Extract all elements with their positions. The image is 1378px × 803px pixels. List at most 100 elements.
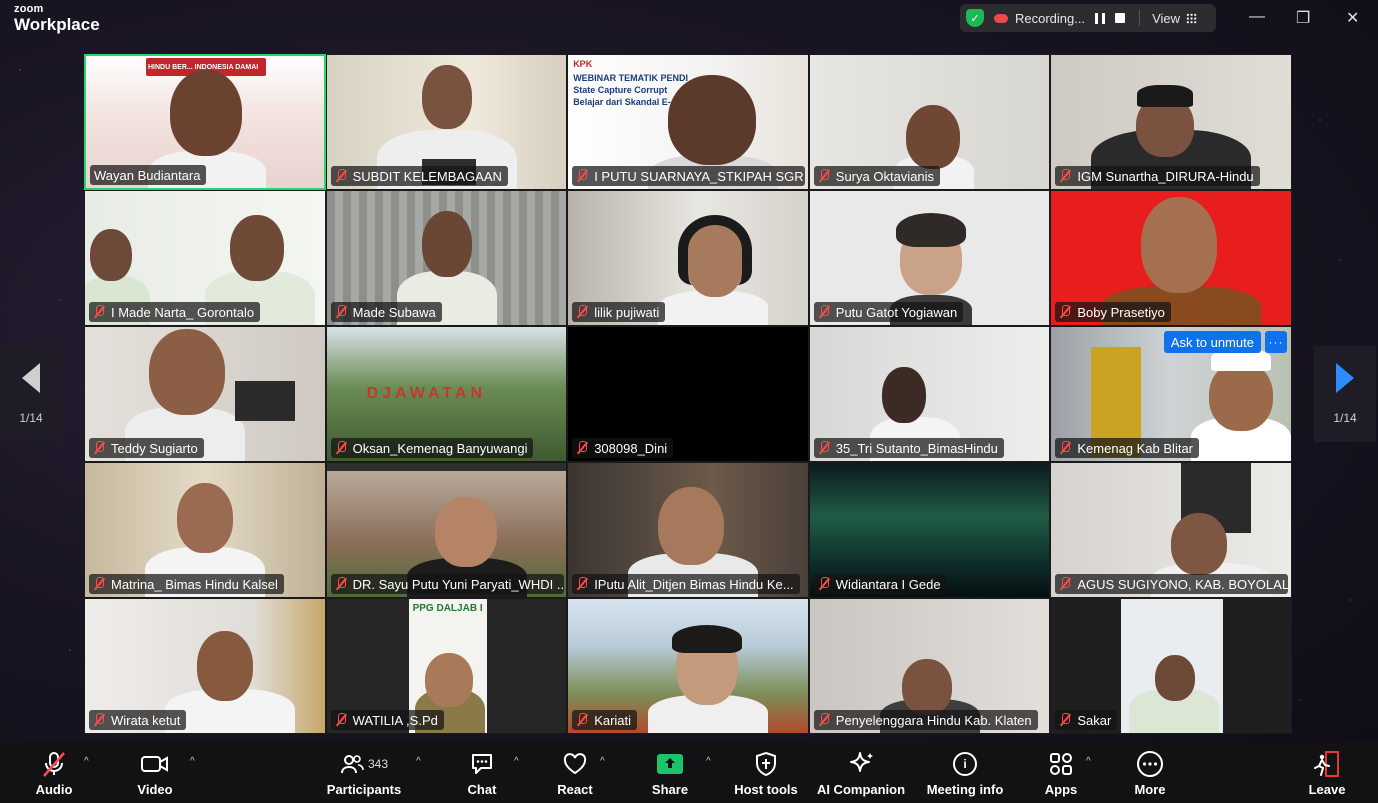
audio-button[interactable]: Audio — [30, 742, 78, 803]
leave-label: Leave — [1308, 782, 1346, 797]
video-label: Video — [137, 782, 173, 797]
video-options-chevron-icon[interactable]: ^ — [190, 756, 195, 767]
participant-name-tag: Putu Gatot Yogiawan — [813, 302, 964, 322]
apps-button[interactable]: Apps — [1042, 742, 1080, 803]
video-tile[interactable]: IGM Sunartha_DIRURA-Hindu — [1050, 54, 1292, 190]
recording-status: Recording... — [1015, 10, 1086, 26]
apps-icon — [1048, 746, 1074, 782]
video-tile[interactable]: PPG DALJAB I WATILIA ,S.Pd — [325, 598, 568, 734]
audio-options-chevron-icon[interactable]: ^ — [84, 756, 89, 767]
page-indicator-left: 1/14 — [19, 411, 43, 425]
video-tile[interactable]: Teddy Sugiarto — [84, 326, 326, 462]
participant-name-tag: AGUS SUGIYONO, KAB. BOYOLALI — [1055, 574, 1289, 594]
participant-name-tag: 35_Tri Sutanto_BimasHindu — [813, 438, 1004, 458]
participant-name-tag: Kemenag Kab Blitar — [1055, 438, 1199, 458]
video-tile[interactable]: IPutu Alit_Ditjen Bimas Hindu Ke... — [567, 462, 809, 598]
arrow-right-icon — [1336, 363, 1354, 393]
participant-name-tag: IGM Sunartha_DIRURA-Hindu — [1055, 166, 1260, 186]
mic-muted-icon — [576, 169, 588, 183]
ask-to-unmute-button[interactable]: Ask to unmute — [1163, 331, 1261, 353]
video-tile[interactable]: DJAWATAN Oksan_Kemenag Banyuwangi — [325, 326, 568, 462]
video-tile[interactable]: 35_Tri Sutanto_BimasHindu — [808, 326, 1051, 462]
video-tile[interactable]: lilik pujiwati — [567, 190, 809, 326]
participant-name-tag: I Made Narta_ Gorontalo — [89, 302, 261, 322]
video-tile[interactable]: SUBDIT KELEMBAGAAN — [325, 54, 568, 190]
participant-name-tag: Matrina_ Bimas Hindu Kalsel — [89, 574, 284, 594]
participants-button[interactable]: 343 Participants — [326, 742, 402, 803]
video-tile[interactable]: KPK WEBINAR TEMATIK PENDI State Capture … — [567, 54, 809, 190]
apps-options-chevron-icon[interactable]: ^ — [1086, 756, 1091, 767]
mic-muted-icon — [818, 441, 830, 455]
mic-muted-icon — [93, 305, 105, 319]
title-bar: zoom Workplace ✓ Recording... View — ❐ ✕ — [0, 0, 1378, 40]
apps-label: Apps — [1044, 782, 1078, 797]
brand-workplace: Workplace — [14, 15, 100, 34]
video-button[interactable]: Video — [132, 742, 178, 803]
previous-page-button[interactable]: 1/14 — [0, 346, 62, 442]
next-page-button[interactable]: 1/14 — [1314, 346, 1376, 442]
participant-name-tag: DR. Sayu Putu Yuni Paryati_WHDI ... — [330, 574, 564, 594]
video-tile[interactable]: Kariati — [567, 598, 809, 734]
video-tile[interactable]: Widiantara I Gede — [808, 462, 1051, 598]
leave-door-icon — [1312, 746, 1342, 782]
video-tile[interactable]: I Made Narta_ Gorontalo — [84, 190, 326, 326]
video-tile[interactable]: DR. Sayu Putu Yuni Paryati_WHDI ... — [325, 462, 568, 598]
video-tile[interactable]: Boby Prasetiyo — [1050, 190, 1292, 326]
stop-recording-icon[interactable] — [1115, 13, 1126, 23]
video-tile[interactable]: Ask to unmute ··· Kemenag Kab Blitar — [1050, 326, 1292, 462]
video-tile[interactable]: Sakar — [1050, 598, 1292, 734]
view-button[interactable]: View — [1152, 11, 1198, 26]
grid-view-icon — [1186, 12, 1198, 24]
react-options-chevron-icon[interactable]: ^ — [600, 756, 605, 767]
participant-name-tag: IPutu Alit_Ditjen Bimas Hindu Ke... — [572, 574, 800, 594]
pause-recording-icon[interactable] — [1095, 12, 1106, 24]
video-tile[interactable]: AGUS SUGIYONO, KAB. BOYOLALI — [1050, 462, 1292, 598]
host-tools-label: Host tools — [734, 782, 798, 797]
participant-name-tag: Kariati — [572, 710, 638, 730]
participant-name-tag: Penyelenggara Hindu Kab. Klaten — [813, 710, 1038, 730]
react-button[interactable]: React — [554, 742, 596, 803]
video-tile[interactable]: Made Subawa — [325, 190, 568, 326]
share-options-chevron-icon[interactable]: ^ — [706, 756, 711, 767]
restore-icon[interactable]: ❐ — [1296, 8, 1310, 28]
host-tools-button[interactable]: Host tools — [734, 742, 798, 803]
recording-pill: ✓ Recording... View — [960, 4, 1216, 32]
video-tile[interactable]: Wirata ketut — [84, 598, 326, 734]
mic-muted-icon — [576, 713, 588, 727]
participant-name-tag: Wayan Budiantara — [90, 165, 207, 185]
mic-muted-icon — [93, 713, 105, 727]
video-tile[interactable]: Penyelenggara Hindu Kab. Klaten — [808, 598, 1051, 734]
chat-options-chevron-icon[interactable]: ^ — [514, 756, 519, 767]
security-shield-icon[interactable]: ✓ — [966, 9, 984, 27]
video-tile[interactable]: Putu Gatot Yogiawan — [808, 190, 1051, 326]
mic-muted-icon — [335, 713, 347, 727]
ai-companion-button[interactable]: AI Companion — [816, 742, 906, 803]
mic-muted-icon — [1059, 305, 1071, 319]
video-tile[interactable]: Matrina_ Bimas Hindu Kalsel — [84, 462, 326, 598]
more-button[interactable]: More — [1130, 742, 1170, 803]
more-label: More — [1134, 782, 1166, 797]
participants-options-chevron-icon[interactable]: ^ — [416, 756, 421, 767]
meeting-info-button[interactable]: i Meeting info — [924, 742, 1006, 803]
divider — [1139, 10, 1141, 26]
video-tile[interactable]: HINDU BER... INDONESIA DAMAI Wayan Budia… — [84, 54, 326, 190]
participant-name-tag: SUBDIT KELEMBAGAAN — [330, 166, 508, 186]
leave-button[interactable]: Leave — [1306, 742, 1348, 803]
minimize-icon[interactable]: — — [1249, 8, 1265, 26]
video-tile[interactable]: Surya Oktavianis — [808, 54, 1051, 190]
participant-name-tag: Widiantara I Gede — [813, 574, 947, 594]
chat-button[interactable]: Chat — [462, 742, 502, 803]
participant-name-tag: WATILIA ,S.Pd — [330, 710, 444, 730]
tile-more-options-button[interactable]: ··· — [1264, 331, 1287, 353]
mic-muted-icon — [335, 441, 347, 455]
close-icon[interactable]: ✕ — [1346, 8, 1359, 28]
app-brand: zoom Workplace — [14, 4, 100, 34]
share-button[interactable]: Share — [650, 742, 690, 803]
video-tile[interactable]: 308098_Dini — [567, 326, 809, 462]
participants-icon: 343 — [340, 746, 388, 782]
ppg-banner: PPG DALJAB I — [412, 603, 483, 614]
sparkle-icon — [847, 746, 875, 782]
mic-muted-icon — [818, 577, 830, 591]
participant-name-tag: Made Subawa — [330, 302, 442, 322]
meeting-info-label: Meeting info — [926, 782, 1004, 797]
